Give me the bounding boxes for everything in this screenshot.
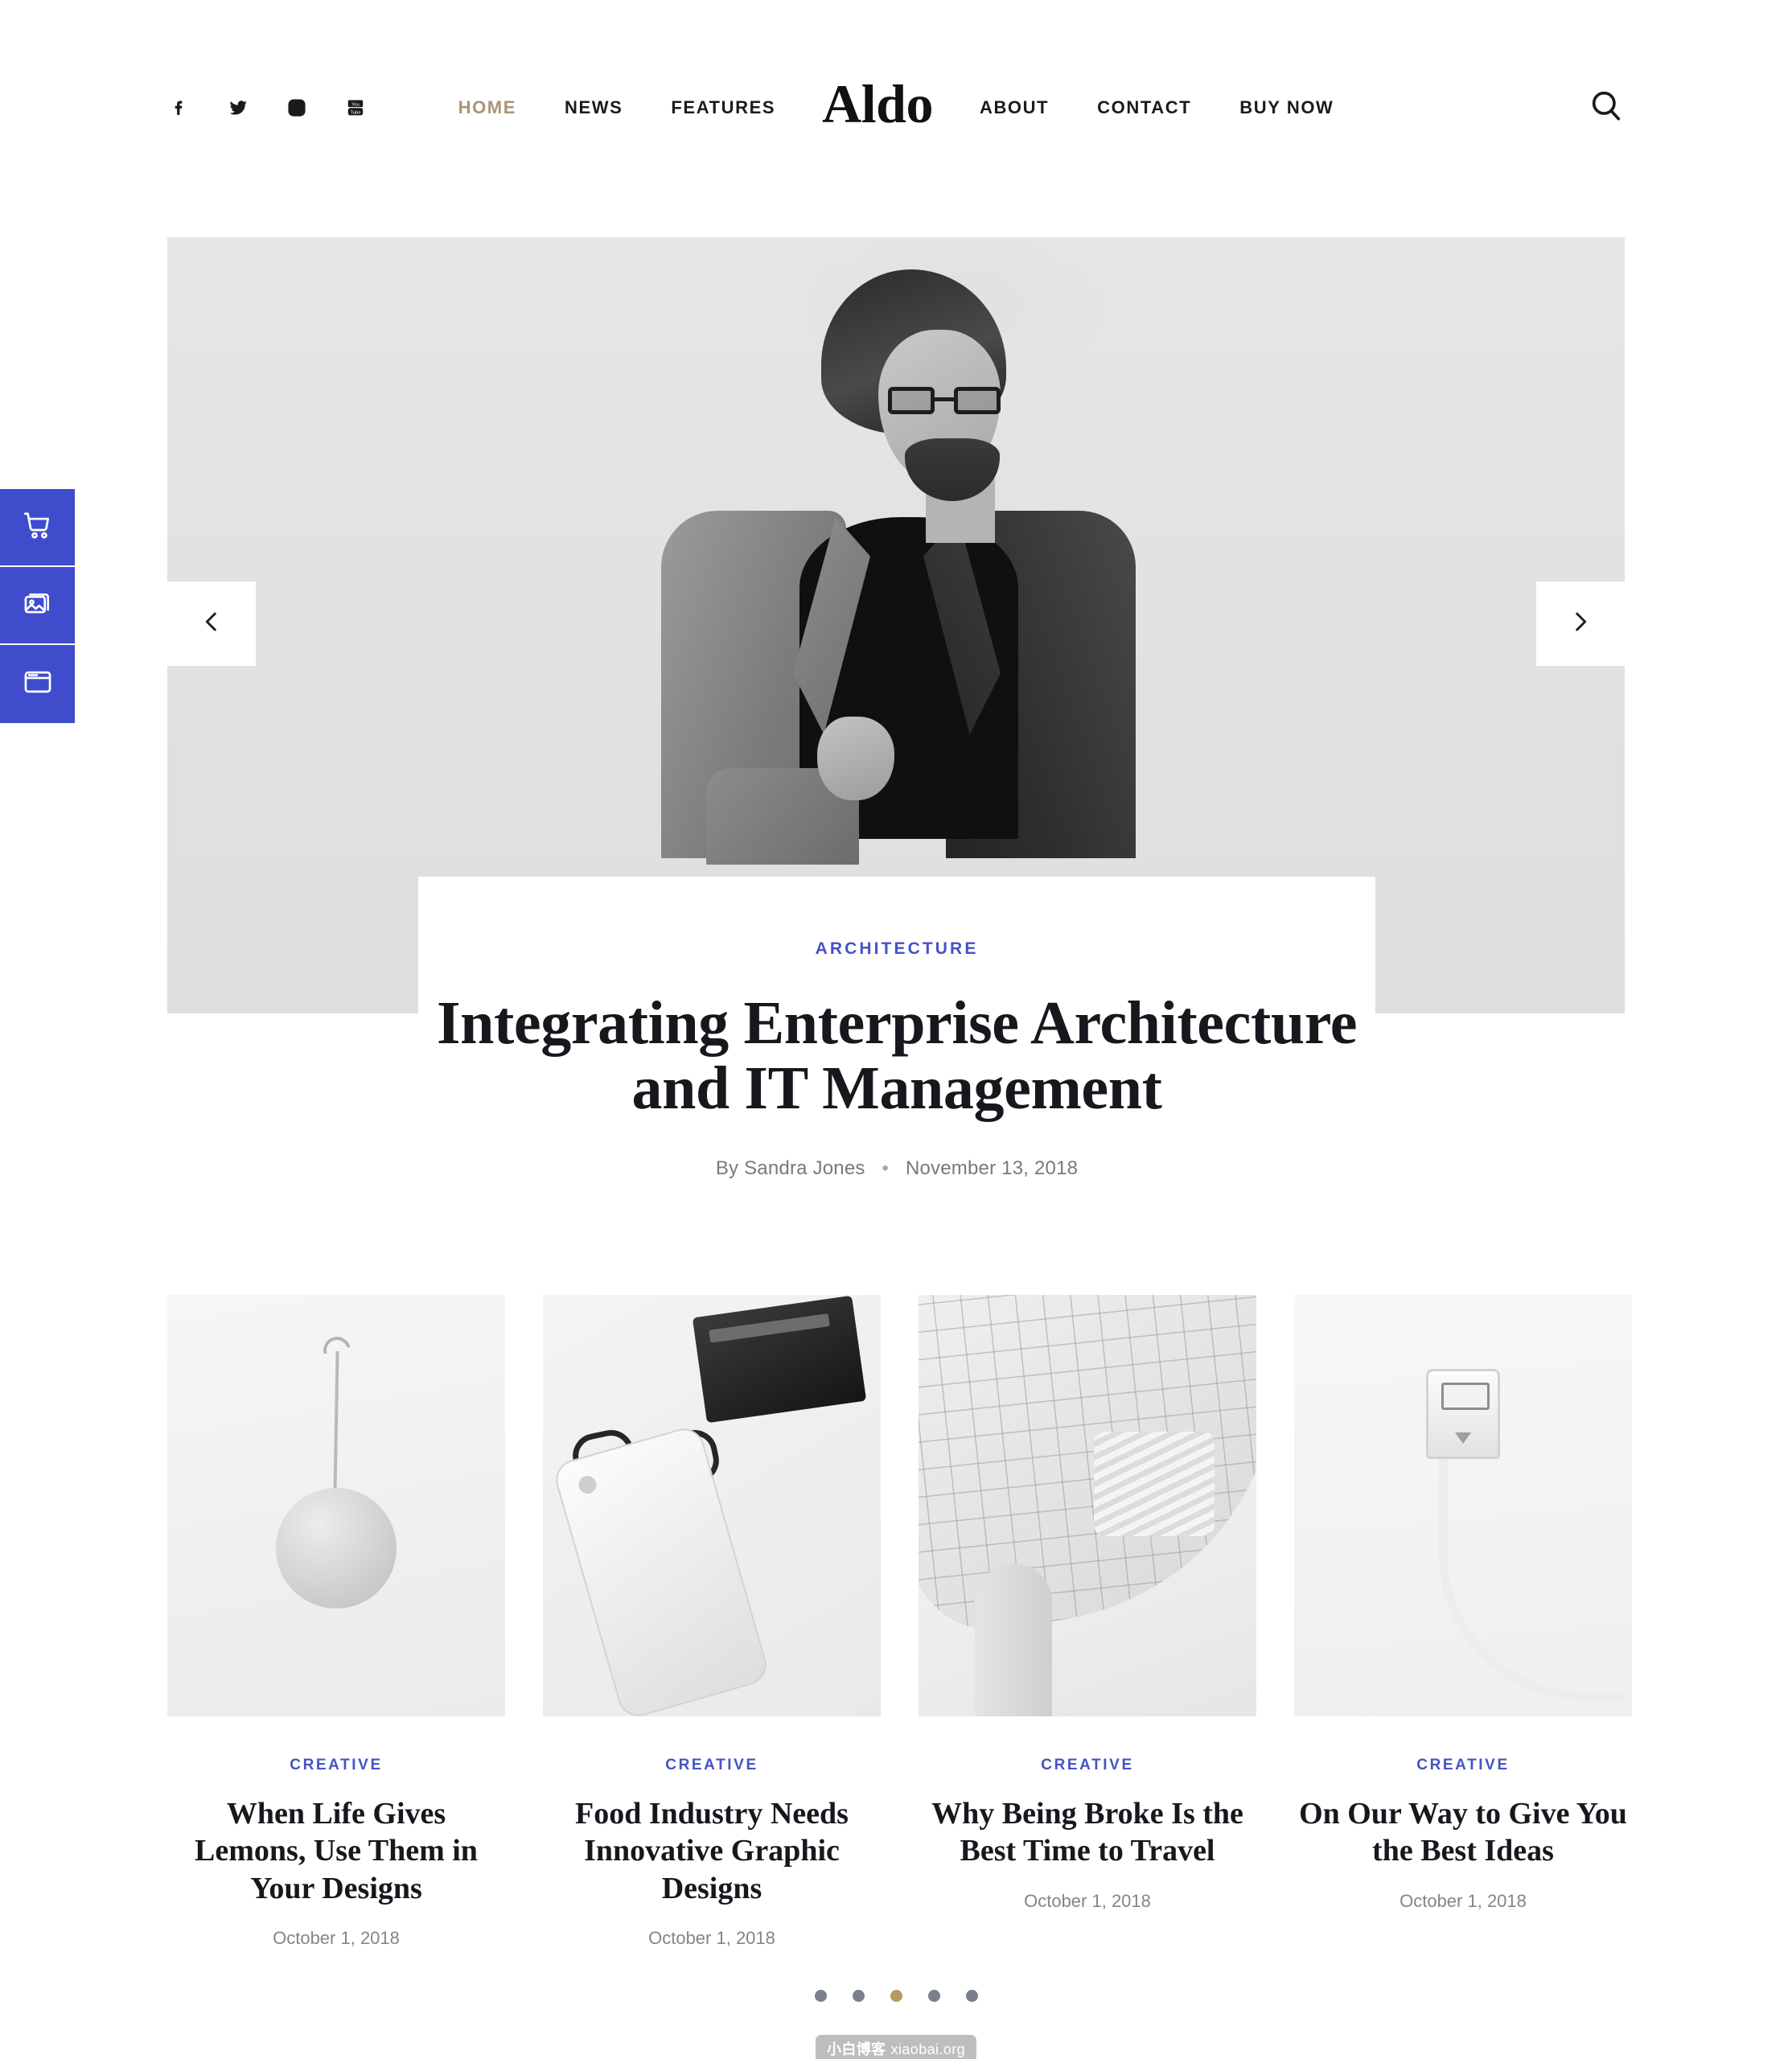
post-date: October 1, 2018 [1024, 1890, 1151, 1911]
nav-item-about[interactable]: ABOUT [980, 97, 1049, 118]
hero-date: November 13, 2018 [905, 1157, 1079, 1179]
hero-category-label[interactable]: ARCHITECTURE [418, 939, 1375, 959]
post-thumbnail[interactable] [1294, 1295, 1632, 1716]
pagination-dot-1[interactable] [814, 1990, 827, 2002]
post-thumbnail[interactable] [167, 1295, 505, 1716]
meta-separator: • [882, 1157, 890, 1179]
hero-title[interactable]: Integrating Enterprise Architecture and … [418, 990, 1375, 1122]
instagram-icon[interactable] [285, 96, 309, 120]
chevron-left-icon [198, 608, 225, 639]
social-links: You Tube [167, 96, 458, 120]
browser-window-icon [23, 667, 53, 701]
chevron-right-icon [1567, 608, 1594, 639]
watermark-site: xiaobai.org [890, 2041, 966, 2057]
search-button[interactable] [1334, 84, 1625, 132]
site-logo[interactable]: Aldo [822, 76, 933, 131]
watermark-cn: 小白博客 [826, 2041, 886, 2057]
post-category[interactable]: CREATIVE [543, 1757, 881, 1774]
post-card: CREATIVE Why Being Broke Is the Best Tim… [919, 1295, 1256, 1912]
post-title[interactable]: When Life Gives Lemons, Use Them in Your… [167, 1795, 505, 1907]
hero-figure-hand [817, 717, 894, 800]
post-card-body: CREATIVE On Our Way to Give You the Best… [1294, 1716, 1632, 1912]
post-date: October 1, 2018 [1399, 1890, 1527, 1911]
carousel-pagination [0, 1990, 1792, 2002]
site-header: You Tube HOME NEWS FEATURES Aldo ABOUT C… [0, 0, 1792, 216]
pagination-dot-2[interactable] [852, 1990, 865, 2002]
post-card: CREATIVE When Life Gives Lemons, Use The… [167, 1295, 505, 1949]
hero-prev-button[interactable] [167, 582, 256, 666]
shopping-cart-icon [23, 510, 53, 545]
nav-right-group: ABOUT CONTACT BUY NOW [980, 97, 1334, 118]
post-card: CREATIVE Food Industry Needs Innovative … [543, 1295, 881, 1949]
nav-item-contact[interactable]: CONTACT [1097, 97, 1191, 118]
facebook-icon[interactable] [167, 96, 191, 120]
hero-author[interactable]: By Sandra Jones [716, 1157, 865, 1179]
pagination-dot-4[interactable] [927, 1990, 940, 2002]
svg-text:You: You [351, 102, 360, 107]
post-category[interactable]: CREATIVE [167, 1757, 505, 1774]
page-root: You Tube HOME NEWS FEATURES Aldo ABOUT C… [0, 0, 1792, 2059]
watermark: 小白博客 xiaobai.org [815, 2035, 977, 2059]
post-date: October 1, 2018 [648, 1928, 775, 1949]
post-category[interactable]: CREATIVE [1294, 1757, 1632, 1774]
twitter-icon[interactable] [226, 96, 250, 120]
hero-meta: By Sandra Jones • November 13, 2018 [418, 1157, 1375, 1180]
nav-item-features[interactable]: FEATURES [671, 97, 775, 118]
sidebar-item-layouts[interactable] [0, 645, 75, 723]
post-date: October 1, 2018 [273, 1928, 400, 1949]
youtube-icon[interactable]: You Tube [343, 96, 368, 120]
post-title[interactable]: Why Being Broke Is the Best Time to Trav… [919, 1795, 1256, 1870]
site-logo-text: Aldo [822, 73, 933, 134]
post-card-body: CREATIVE When Life Gives Lemons, Use The… [167, 1716, 505, 1949]
post-grid: CREATIVE When Life Gives Lemons, Use The… [167, 1295, 1632, 1949]
hero-content-card: ARCHITECTURE Integrating Enterprise Arch… [418, 877, 1375, 1231]
post-thumbnail[interactable] [543, 1295, 881, 1716]
nav-item-home[interactable]: HOME [458, 97, 516, 118]
search-icon [1588, 88, 1625, 129]
post-category[interactable]: CREATIVE [919, 1757, 1256, 1774]
nav-left-group: HOME NEWS FEATURES [458, 97, 776, 118]
hero-next-button[interactable] [1536, 582, 1625, 666]
post-title[interactable]: Food Industry Needs Innovative Graphic D… [543, 1795, 881, 1907]
post-card-body: CREATIVE Food Industry Needs Innovative … [543, 1716, 881, 1949]
post-thumbnail[interactable] [919, 1295, 1256, 1716]
post-card: CREATIVE On Our Way to Give You the Best… [1294, 1295, 1632, 1912]
pagination-dot-3[interactable] [890, 1990, 902, 2002]
gallery-icon [23, 588, 53, 623]
post-title[interactable]: On Our Way to Give You the Best Ideas [1294, 1795, 1632, 1870]
hero-figure-glasses [888, 387, 1001, 414]
sidebar-item-cart[interactable] [0, 489, 75, 567]
svg-text:Tube: Tube [350, 110, 360, 115]
pagination-dot-5[interactable] [965, 1990, 978, 2002]
floating-side-dock [0, 489, 75, 723]
nav-item-news[interactable]: NEWS [565, 97, 623, 118]
post-card-body: CREATIVE Why Being Broke Is the Best Tim… [919, 1716, 1256, 1912]
main-navigation: HOME NEWS FEATURES Aldo ABOUT CONTACT BU… [458, 76, 1334, 135]
nav-item-buy-now[interactable]: BUY NOW [1239, 97, 1334, 118]
sidebar-item-gallery[interactable] [0, 567, 75, 645]
